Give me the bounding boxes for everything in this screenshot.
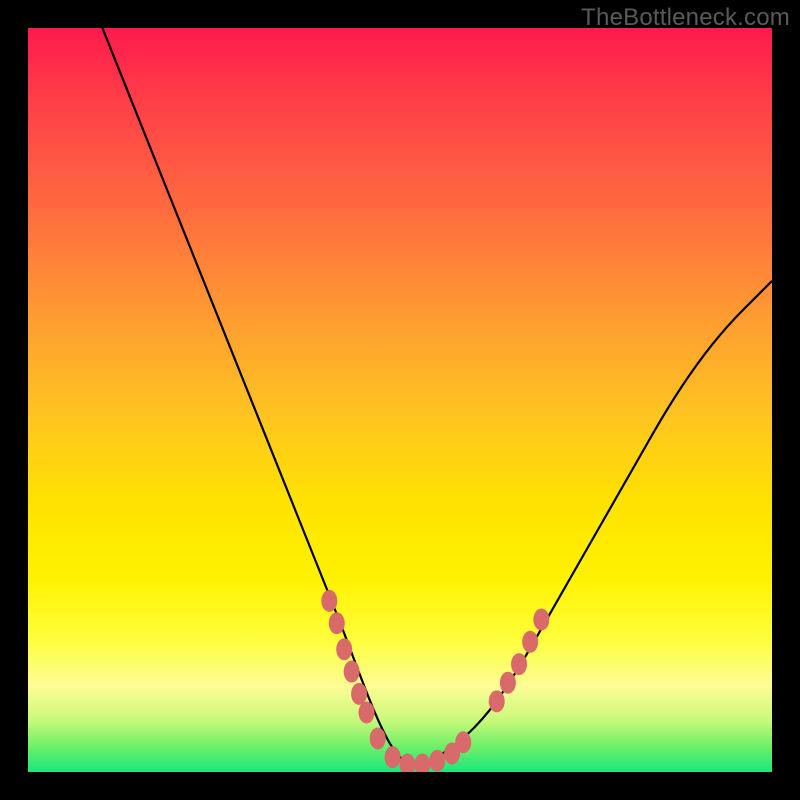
curve-marker: [370, 728, 386, 750]
curve-marker: [522, 631, 538, 653]
curve-marker: [351, 683, 367, 705]
curve-marker: [385, 746, 401, 768]
bottleneck-curve: [102, 28, 772, 765]
curve-marker: [329, 612, 345, 634]
curve-marker: [511, 653, 527, 675]
chart-frame: TheBottleneck.com: [0, 0, 800, 800]
curve-marker: [336, 638, 352, 660]
curve-marker: [455, 731, 471, 753]
curve-marker: [321, 590, 337, 612]
curve-markers: [321, 590, 549, 772]
curve-marker: [359, 701, 375, 723]
curve-marker: [414, 754, 430, 772]
watermark-text: TheBottleneck.com: [581, 4, 790, 32]
curve-marker: [429, 750, 445, 772]
plot-area: [28, 28, 772, 772]
curve-marker: [344, 661, 360, 683]
curve-marker: [533, 608, 549, 630]
curve-marker: [489, 690, 505, 712]
curve-marker: [399, 754, 415, 772]
curve-svg: [28, 28, 772, 772]
curve-marker: [500, 672, 516, 694]
